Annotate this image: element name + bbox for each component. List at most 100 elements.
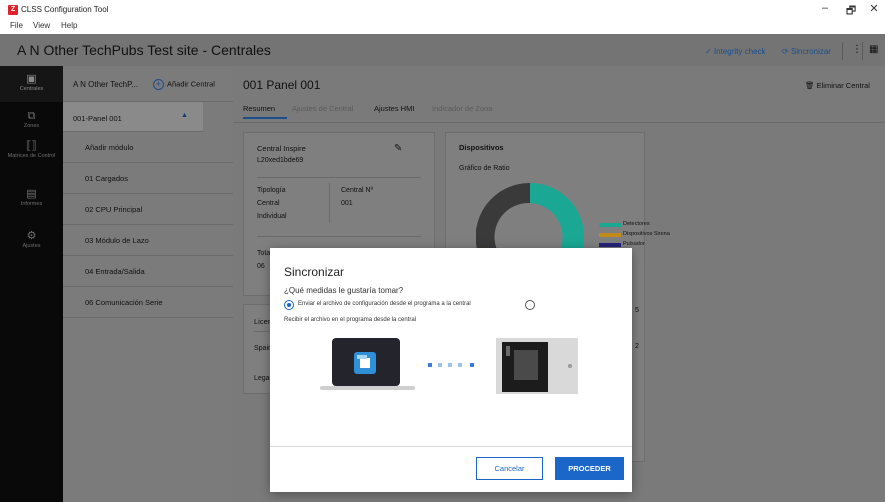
sync-dialog: Sincronizar ¿Qué medidas le gustaría tom… xyxy=(270,248,632,492)
page-title: 001 Panel 001 xyxy=(243,78,321,92)
list-item[interactable]: 01 Cargados xyxy=(63,163,233,194)
legend-label: Pulsador xyxy=(623,241,645,247)
add-central-label: Añadir Central xyxy=(167,79,215,89)
tab-ajustes-hmi[interactable]: Ajustes HMI xyxy=(374,104,414,113)
module-label: 03 Módulo de Lazo xyxy=(85,236,149,245)
panel-name: 001-Panel 001 xyxy=(73,114,122,123)
list-item[interactable]: 02 CPU Principal xyxy=(63,194,233,225)
central-number-label: Central Nº xyxy=(341,187,374,194)
panel-selector[interactable]: 001-Panel 001 ▲ xyxy=(63,102,203,132)
dialog-question: ¿Qué medidas le gustaría tomar? xyxy=(284,286,404,295)
panel-list: A N Other TechP... + Añadir Central 001-P… xyxy=(63,66,233,502)
nav-item-zones[interactable]: ⧉ Zones xyxy=(0,110,63,130)
module-label: 02 CPU Principal xyxy=(85,205,143,214)
active-tab-indicator xyxy=(243,117,287,119)
nav-label: Informes xyxy=(20,201,43,207)
laptop-illustration xyxy=(320,338,415,390)
site-header: A N Other TechPubs Test site - Centrales… xyxy=(0,34,885,66)
module-label: 06 Comunicación Serie xyxy=(85,298,163,307)
control-panel-illustration xyxy=(496,338,578,394)
donut-slice-pulsador xyxy=(476,183,530,253)
sincronizar-label: Sincronizar xyxy=(790,47,831,56)
plus-circle-icon: + xyxy=(153,79,164,90)
divider xyxy=(257,236,421,237)
sync-icon: ⟳ xyxy=(782,47,791,56)
tabs-divider xyxy=(233,122,885,123)
left-nav: ▣ Centrales ⧉ Zones ⟦⟧ Matrices de Contr… xyxy=(0,66,63,502)
list-item[interactable]: Añadir módulo xyxy=(63,132,233,163)
delete-central-button[interactable]: 🗑 Eliminar Central xyxy=(805,81,870,90)
list-item[interactable]: 04 Entrada/Salida xyxy=(63,256,233,287)
nav-item-ajustes[interactable]: ⚙ Ajustes xyxy=(0,230,63,250)
site-name: A N Other TechP... xyxy=(73,80,139,89)
app-logo-icon: Z xyxy=(8,5,18,15)
window-title: CLSS Configuration Tool xyxy=(21,5,109,14)
nav-label: Ajustes xyxy=(22,243,41,249)
panel-icon: ▣ xyxy=(26,73,37,85)
menu-bar: File View Help xyxy=(0,20,885,34)
module-label: Añadir módulo xyxy=(85,143,134,152)
module-label: 01 Cargados xyxy=(85,174,128,183)
module-label: 04 Entrada/Salida xyxy=(85,267,145,276)
central-number-value: 001 xyxy=(341,200,353,207)
more-vert-icon[interactable]: ⋮ xyxy=(852,44,862,55)
nav-item-informes[interactable]: ▤ Informes xyxy=(0,188,63,208)
tipologia-value-2: Individual xyxy=(257,213,287,220)
transfer-dots xyxy=(428,363,474,367)
tab-resumen[interactable]: Resumen xyxy=(243,104,275,113)
sync-illustration xyxy=(320,338,578,394)
cancel-button[interactable]: Cancelar xyxy=(476,457,543,480)
tipologia-value: Central xyxy=(257,200,280,207)
central-id: L20xed1bde69 xyxy=(257,157,304,164)
minimize-icon[interactable]: – xyxy=(817,2,833,14)
site-title: A N Other TechPubs Test site - Centrales xyxy=(17,42,271,58)
grid-menu-icon[interactable]: ▦ xyxy=(869,44,878,55)
list-item[interactable]: 06 Comunicación Serie xyxy=(63,287,233,318)
caret-up-icon: ▲ xyxy=(181,112,188,119)
integrity-check-button[interactable]: ✓ Integrity check xyxy=(705,47,766,56)
header-divider xyxy=(842,42,843,60)
add-central-button[interactable]: + Añadir Central xyxy=(153,79,215,90)
delete-central-label: Eliminar Central xyxy=(816,81,870,90)
restore-icon[interactable]: 🗗 xyxy=(843,2,859,21)
legend-label: Dispositivos Sirena xyxy=(623,231,670,237)
receive-config-radio[interactable] xyxy=(525,300,535,310)
dialog-title: Sincronizar xyxy=(284,265,345,279)
send-config-radio[interactable] xyxy=(284,300,294,310)
zones-icon: ⧉ xyxy=(27,110,36,122)
legend-swatch xyxy=(599,233,621,237)
send-config-label: Enviar el archivo de configuración desde… xyxy=(298,301,471,307)
list-item[interactable]: 03 Módulo de Lazo xyxy=(63,225,233,256)
divider xyxy=(329,183,330,223)
divider xyxy=(257,177,421,178)
nav-item-centrales[interactable]: ▣ Centrales xyxy=(0,66,63,102)
close-icon[interactable]: ✕ xyxy=(866,2,882,15)
legend-label: Detectores xyxy=(623,221,650,227)
nav-item-matrices[interactable]: ⟦⟧ Matrices de Control xyxy=(0,140,63,160)
check-icon: ✓ xyxy=(705,47,714,56)
nav-label: Centrales xyxy=(19,86,44,92)
dialog-footer-divider xyxy=(270,446,632,447)
device-count: 5 xyxy=(635,307,639,314)
tab-ajustes-central[interactable]: Ajustes de Central xyxy=(292,104,353,113)
menu-help[interactable]: Help xyxy=(61,21,77,30)
report-icon: ▤ xyxy=(26,188,37,200)
matrix-icon: ⟦⟧ xyxy=(26,140,37,152)
edit-icon[interactable]: ✎ xyxy=(394,143,402,154)
menu-file[interactable]: File xyxy=(10,21,23,30)
sincronizar-button[interactable]: ⟳ Sincronizar xyxy=(782,47,831,56)
header-divider xyxy=(862,42,863,60)
tab-indicador-zona[interactable]: Indicador de Zona xyxy=(432,104,492,113)
dispositivos-title: Dispositivos xyxy=(459,143,504,152)
chart-title: Gráfico de Ratio xyxy=(459,165,510,172)
total-label: Tota xyxy=(257,250,271,257)
nav-label: Matrices de Control xyxy=(7,153,56,159)
total-value: 06 xyxy=(257,263,265,270)
legend-swatch xyxy=(599,243,621,247)
settings-icon: ⚙ xyxy=(26,230,37,242)
nav-label: Zones xyxy=(23,123,40,129)
menu-view[interactable]: View xyxy=(33,21,50,30)
device-count: 2 xyxy=(635,343,639,350)
legend-swatch xyxy=(599,223,621,227)
proceed-button[interactable]: PROCEDER xyxy=(555,457,624,480)
